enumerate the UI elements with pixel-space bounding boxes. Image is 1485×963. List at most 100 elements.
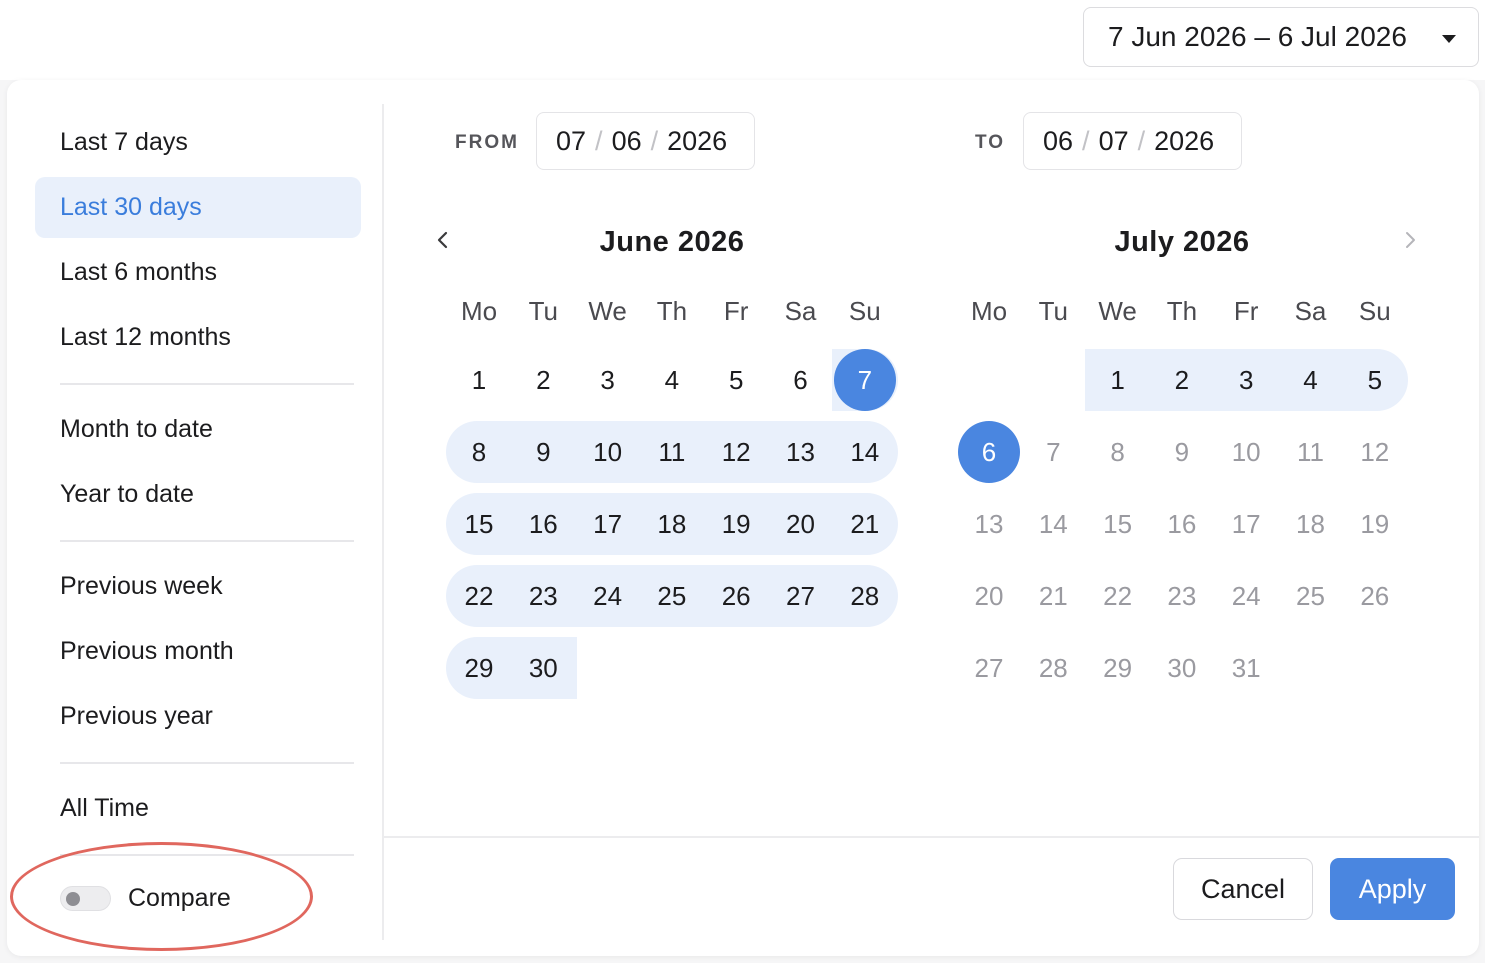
calendar-day[interactable]: 20 (769, 494, 833, 554)
calendar-day[interactable]: 30 (1150, 638, 1214, 698)
calendar-day[interactable]: 5 (704, 350, 768, 410)
preset-previous-year[interactable]: Previous year (35, 686, 361, 747)
apply-button[interactable]: Apply (1330, 858, 1455, 920)
month-title: June 2026 (599, 226, 745, 258)
from-year[interactable]: 2026 (667, 126, 727, 157)
calendar-day[interactable]: 6 (769, 350, 833, 410)
calendar-day[interactable]: 28 (833, 566, 897, 626)
calendar-day[interactable]: 26 (704, 566, 768, 626)
calendar-day[interactable]: 15 (447, 494, 511, 554)
calendar-day[interactable]: 27 (957, 638, 1021, 698)
sidebar-divider (382, 104, 384, 940)
calendar-day[interactable]: 3 (576, 350, 640, 410)
calendar-day[interactable]: 27 (769, 566, 833, 626)
from-date-input[interactable]: 07 / 06 / 2026 (536, 112, 755, 170)
calendar-day[interactable]: 26 (1343, 566, 1407, 626)
from-day[interactable]: 07 (556, 126, 586, 157)
chevron-left-icon[interactable] (433, 230, 453, 250)
preset-previous-month[interactable]: Previous month (35, 621, 361, 682)
preset-month-to-date[interactable]: Month to date (35, 399, 361, 460)
to-day[interactable]: 06 (1043, 126, 1073, 157)
calendar-day[interactable]: 25 (640, 566, 704, 626)
calendar-day[interactable]: 9 (511, 422, 575, 482)
from-month[interactable]: 06 (612, 126, 642, 157)
compare-label: Compare (128, 884, 231, 912)
calendar-day[interactable]: 22 (1086, 566, 1150, 626)
calendar-day[interactable]: 15 (1086, 494, 1150, 554)
cancel-button[interactable]: Cancel (1173, 858, 1313, 920)
calendar-day[interactable]: 18 (1279, 494, 1343, 554)
calendar-day[interactable]: 12 (704, 422, 768, 482)
calendar-day[interactable]: 4 (1279, 350, 1343, 410)
calendar-day[interactable]: 11 (1279, 422, 1343, 482)
calendar-day[interactable]: 23 (1150, 566, 1214, 626)
calendar-day[interactable]: 19 (704, 494, 768, 554)
preset-label: Last 6 months (60, 258, 218, 286)
calendar-day[interactable]: 5 (1343, 350, 1407, 410)
divider (60, 540, 354, 542)
calendar-day[interactable]: 21 (1021, 566, 1085, 626)
preset-year-to-date[interactable]: Year to date (35, 464, 361, 525)
calendar-day[interactable]: 2 (511, 350, 575, 410)
preset-last-12-months[interactable]: Last 12 months (35, 307, 361, 368)
calendar-day[interactable]: 24 (576, 566, 640, 626)
calendar-day[interactable]: 3 (1214, 350, 1278, 410)
calendar-day[interactable]: 9 (1150, 422, 1214, 482)
calendar-day[interactable]: 13 (769, 422, 833, 482)
date-separator: / (650, 125, 659, 156)
preset-label: Previous year (60, 702, 213, 730)
preset-last-7-days[interactable]: Last 7 days (35, 112, 361, 173)
chevron-right-icon[interactable] (1400, 230, 1420, 250)
footer-divider (383, 836, 1479, 838)
calendar-day[interactable]: 30 (511, 638, 575, 698)
calendar-day[interactable]: 8 (447, 422, 511, 482)
preset-last-30-days[interactable]: Last 30 days (35, 177, 361, 238)
calendar-day[interactable]: 29 (1086, 638, 1150, 698)
toggle-knob (66, 892, 80, 906)
calendar-day[interactable]: 28 (1021, 638, 1085, 698)
calendar-day[interactable]: 29 (447, 638, 511, 698)
calendar-day[interactable]: 18 (640, 494, 704, 554)
calendar-day[interactable]: 17 (1214, 494, 1278, 554)
divider (60, 854, 354, 856)
calendar-day[interactable]: 14 (833, 422, 897, 482)
selected-day[interactable]: 7 (833, 349, 896, 411)
preset-all-time[interactable]: All Time (35, 778, 361, 839)
calendar-day[interactable]: 12 (1343, 422, 1407, 482)
calendar-day[interactable]: 16 (511, 494, 575, 554)
preset-previous-week[interactable]: Previous week (35, 556, 361, 617)
calendar-day[interactable]: 21 (833, 494, 897, 554)
to-month[interactable]: 07 (1099, 126, 1129, 157)
preset-last-6-months[interactable]: Last 6 months (35, 242, 361, 303)
calendar-day[interactable]: 10 (576, 422, 640, 482)
date-range-dropdown[interactable]: 7 Jun 2026 – 6 Jul 2026 (1083, 7, 1479, 67)
calendar-day[interactable]: 8 (1086, 422, 1150, 482)
weekday-header: Su (1358, 296, 1391, 326)
calendar-day[interactable]: 13 (957, 494, 1021, 554)
calendar-day[interactable]: 1 (1086, 350, 1150, 410)
calendar-day[interactable]: 24 (1214, 566, 1278, 626)
preset-label: Year to date (60, 480, 194, 508)
calendar-day[interactable]: 22 (447, 566, 511, 626)
calendar-day[interactable]: 17 (576, 494, 640, 554)
divider (60, 383, 354, 385)
calendar-day[interactable]: 4 (640, 350, 704, 410)
to-date-input[interactable]: 06 / 07 / 2026 (1023, 112, 1242, 170)
compare-toggle[interactable] (60, 886, 111, 911)
calendar-day[interactable]: 23 (511, 566, 575, 626)
calendar-day[interactable]: 14 (1021, 494, 1085, 554)
calendar-day[interactable]: 25 (1279, 566, 1343, 626)
calendar-day[interactable]: 16 (1150, 494, 1214, 554)
calendar-day[interactable]: 2 (1150, 350, 1214, 410)
calendar-day[interactable]: 31 (1214, 638, 1278, 698)
preset-label: Previous month (60, 637, 234, 665)
calendar-day[interactable]: 1 (447, 350, 511, 410)
calendar-day[interactable]: 10 (1214, 422, 1278, 482)
calendar-day[interactable]: 19 (1343, 494, 1407, 554)
calendar-day[interactable]: 11 (640, 422, 704, 482)
to-year[interactable]: 2026 (1154, 126, 1214, 157)
calendar-day[interactable]: 7 (1021, 422, 1085, 482)
selected-day[interactable]: 6 (958, 421, 1020, 483)
calendar-day[interactable]: 20 (957, 566, 1021, 626)
weekday-header: Mo (970, 296, 1008, 326)
